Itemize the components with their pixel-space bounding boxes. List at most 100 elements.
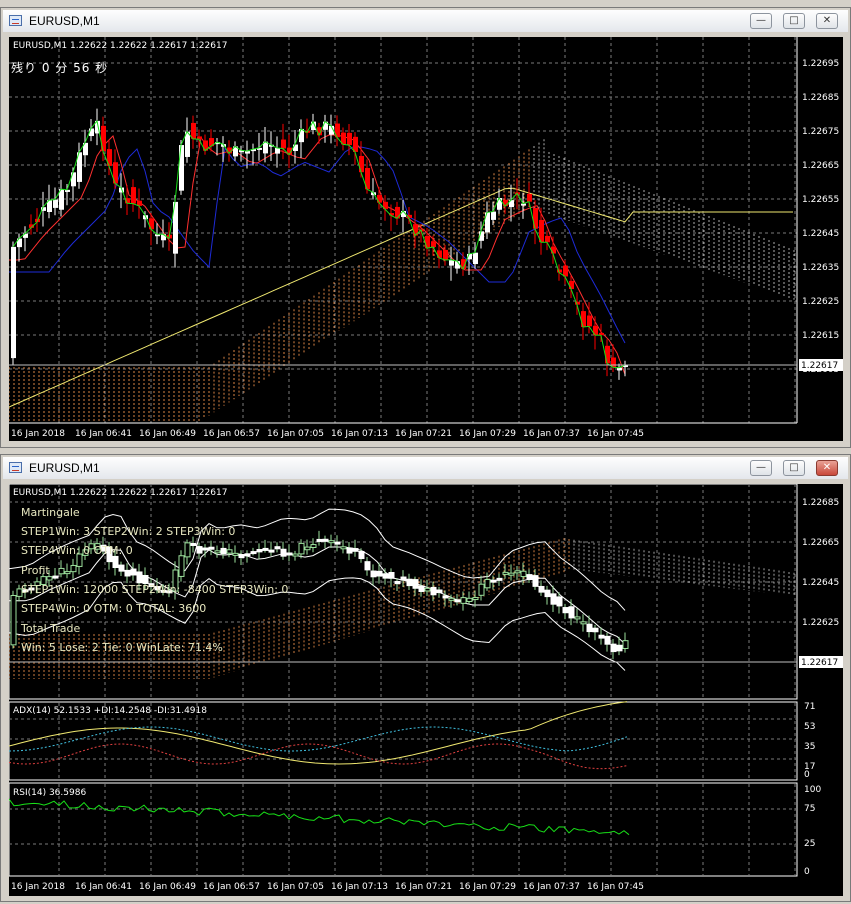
candle-body xyxy=(568,606,575,619)
candle-body xyxy=(275,148,280,154)
candle-body xyxy=(184,542,191,558)
candle-body xyxy=(425,235,430,249)
candle-body xyxy=(304,546,311,551)
candle-body xyxy=(322,538,329,542)
time-axis-label: 16 Jan 06:49 xyxy=(139,429,196,439)
restore-button[interactable]: □ xyxy=(783,13,805,29)
chart-icon xyxy=(9,462,22,473)
candle-body xyxy=(262,547,269,551)
time-axis-label: 16 Jan 07:21 xyxy=(395,882,452,892)
window-title: EURUSD,M1 xyxy=(29,461,100,475)
candle-body xyxy=(352,548,359,552)
candle-body xyxy=(400,576,407,581)
candle-body xyxy=(149,218,154,230)
time-axis-label: 16 Jan 07:21 xyxy=(395,429,452,439)
time-axis-label: 16 Jan 07:05 xyxy=(267,882,324,892)
time-axis-label: 16 Jan 07:29 xyxy=(459,429,516,439)
candle-body xyxy=(328,540,335,544)
candle-body xyxy=(179,145,184,191)
candle-body xyxy=(532,575,539,587)
price-axis-label: 1.22615 xyxy=(802,331,839,341)
overlay-profit: Profit xyxy=(21,564,50,577)
candle-body xyxy=(178,555,185,577)
candle-body xyxy=(580,621,587,625)
candle-body xyxy=(490,579,497,583)
indicator-chart[interactable]: 1.226851.226651.226451.226251.226051.226… xyxy=(9,484,843,896)
candle-body xyxy=(569,280,574,290)
candle-body xyxy=(130,568,137,576)
minimize-button[interactable]: — xyxy=(750,460,772,476)
candle-body xyxy=(412,579,419,589)
price-chart[interactable]: 1.22695 1.22685 1.22675 1.22665 1.22655 1.226… xyxy=(9,37,843,441)
candle-body xyxy=(191,122,196,139)
candle-body xyxy=(514,570,521,574)
adx-axis-label: 71 xyxy=(804,702,815,712)
candle-body xyxy=(502,571,509,575)
time-axis-label: 16 Jan 06:41 xyxy=(75,429,132,439)
adx-axis-label: 35 xyxy=(804,742,815,752)
candle-body xyxy=(424,587,431,592)
chart-background xyxy=(9,484,843,896)
price-axis-label: 1.22655 xyxy=(802,195,839,205)
candle-body xyxy=(526,574,533,581)
candle-body xyxy=(508,572,515,576)
candle-body xyxy=(382,573,389,579)
candle-body xyxy=(220,547,227,555)
candle-body xyxy=(70,564,77,573)
candle-body xyxy=(556,596,563,607)
chart-window-bottom[interactable]: EURUSD,M1 — □ ✕ 1.22685 1.22665 1.22645 1.2… xyxy=(0,454,851,902)
time-axis-label: 16 Jan 07:37 xyxy=(523,429,580,439)
close-button[interactable]: ✕ xyxy=(816,13,838,29)
overlay-winrate: Win: 5 Lose: 2 Tie: 0 WinLate: 71.4% xyxy=(21,641,223,654)
minimize-button[interactable]: — xyxy=(750,13,772,29)
overlay-step4-wins: STEP4Win: 0 OTM: 0 xyxy=(21,544,133,557)
candle-body xyxy=(256,549,263,553)
candle-body xyxy=(244,553,251,557)
candle-body xyxy=(52,575,59,579)
adx-header: ADX(14) 52.1533 +DI:14.2548 -DI:31.4918 xyxy=(13,706,207,716)
candle-body xyxy=(293,144,298,151)
candle-body xyxy=(281,139,286,149)
candle-body xyxy=(250,551,257,555)
candle-body xyxy=(448,597,455,601)
candle-body xyxy=(286,552,293,556)
price-axis-label: 1.22685 xyxy=(802,498,839,508)
title-bar[interactable]: EURUSD,M1 — □ ✕ xyxy=(3,457,848,479)
price-axis-label: 1.22645 xyxy=(802,578,839,588)
overlay-martingale: Martingale xyxy=(21,506,80,519)
rsi-header: RSI(14) 36.5986 xyxy=(13,788,87,798)
candle-body xyxy=(190,542,197,546)
candle-body xyxy=(592,627,599,633)
candle-body xyxy=(484,578,491,589)
candle-body xyxy=(574,616,581,620)
candle-body xyxy=(340,546,347,550)
candle-body xyxy=(544,589,551,598)
time-axis-label: 16 Jan 2018 xyxy=(11,429,65,439)
title-bar[interactable]: EURUSD,M1 — □ ✕ xyxy=(3,10,848,32)
candle-body xyxy=(274,546,281,550)
countdown-label: 残り 0 分 56 秒 xyxy=(11,61,109,75)
price-axis-label: 1.22675 xyxy=(802,127,839,137)
restore-button[interactable]: □ xyxy=(783,460,805,476)
rsi-axis-label: 100 xyxy=(804,785,821,795)
candle-body xyxy=(10,594,17,646)
candle-body xyxy=(581,311,586,328)
candle-body xyxy=(478,583,485,596)
candle-body xyxy=(232,552,239,556)
candle-body xyxy=(563,265,568,277)
candle-body xyxy=(436,589,443,594)
candle-body xyxy=(538,585,545,593)
chart-window-top[interactable]: EURUSD,M1 — □ ✕ 1.22695 1.22685 1.22675 1.2… xyxy=(0,7,851,448)
indicator-chart-canvas: 1.226851.226651.226451.226251.226051.226… xyxy=(9,484,843,896)
rsi-axis-label: 0 xyxy=(804,867,810,877)
candle-body xyxy=(604,635,611,645)
close-button[interactable]: ✕ xyxy=(816,460,838,476)
time-axis-label: 16 Jan 2018 xyxy=(11,882,65,892)
time-axis-label: 16 Jan 06:49 xyxy=(139,882,196,892)
time-axis-label: 16 Jan 07:37 xyxy=(523,882,580,892)
candle-body xyxy=(587,315,592,327)
current-price-label: 1.22617 xyxy=(801,658,838,668)
candle-body xyxy=(491,211,496,220)
candle-body xyxy=(238,554,245,559)
candle-body xyxy=(527,193,532,202)
